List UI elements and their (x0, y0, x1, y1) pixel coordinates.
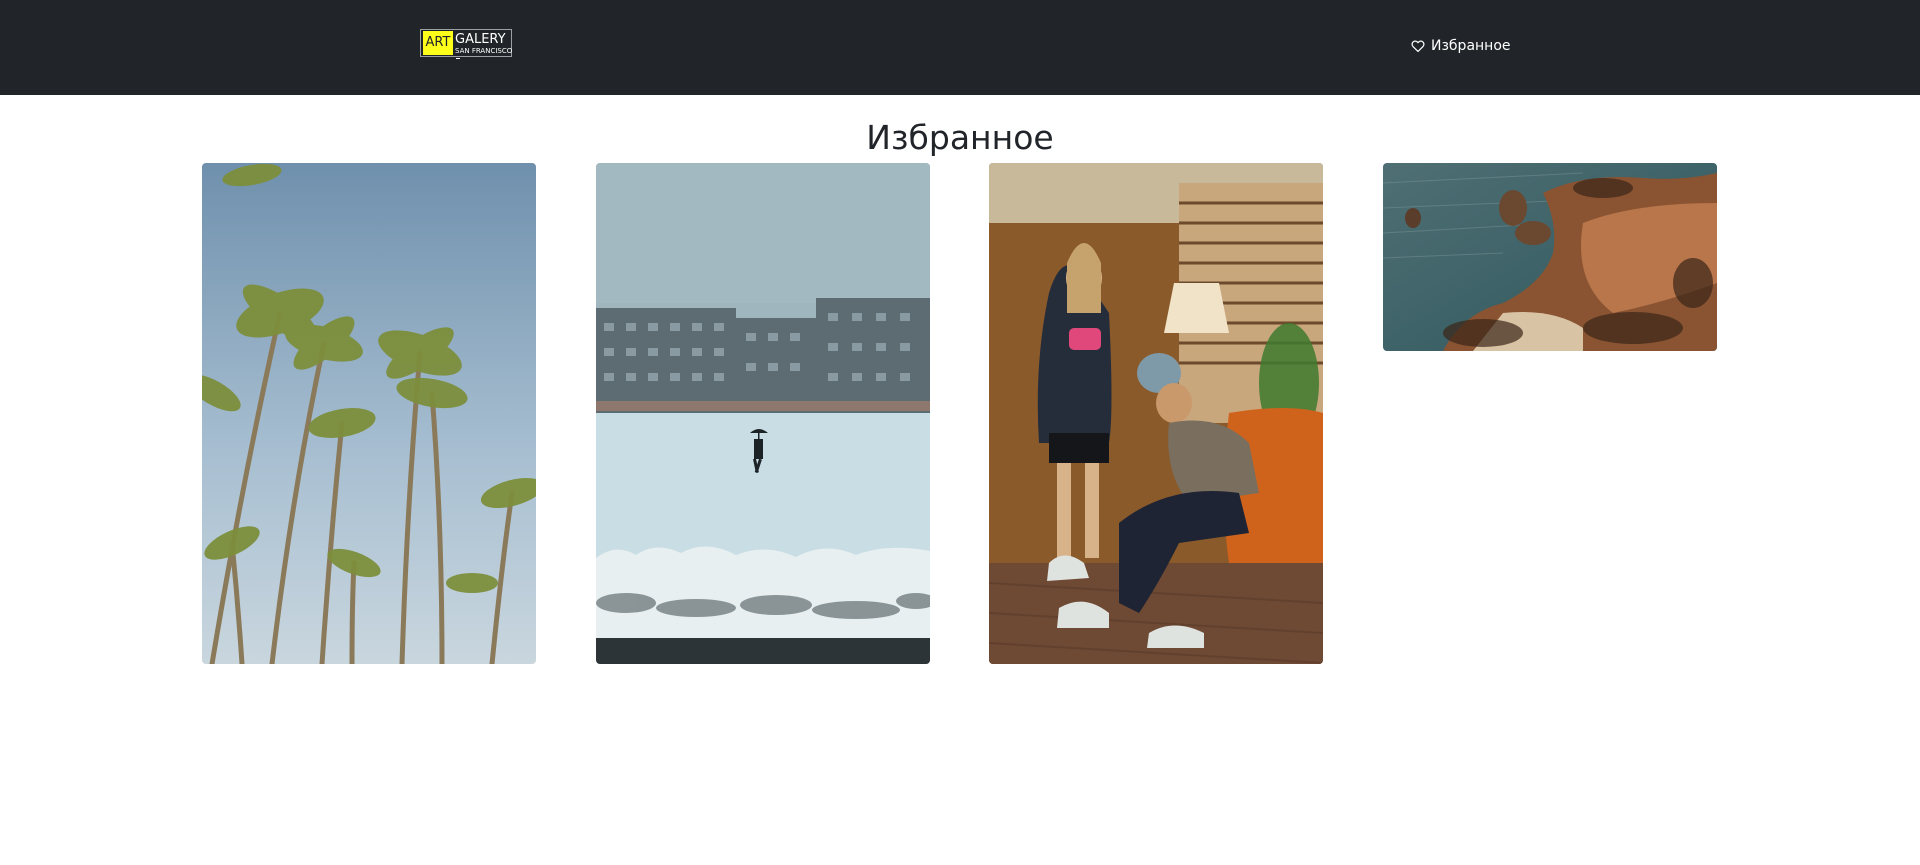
gallery-card-sneakers[interactable] (989, 163, 1323, 664)
gallery-card-palm-trees[interactable] (202, 163, 536, 664)
gallery-card-rocky-coast[interactable] (1383, 163, 1717, 351)
snow-field-photo (596, 163, 930, 664)
rocky-coast-photo (1383, 163, 1717, 351)
logo-galery-text: GALERY (455, 32, 506, 47)
page-title: Избранное (866, 118, 1054, 157)
logo-dash (456, 58, 460, 59)
palm-trees-photo (202, 163, 536, 664)
logo-subtitle: SAN FRANCISCO (455, 47, 513, 55)
heart-outline-icon (1411, 40, 1425, 53)
favorites-nav-link[interactable]: Избранное (1411, 36, 1511, 56)
logo-art-text: ART (423, 31, 453, 55)
navbar: ART GALERY SAN FRANCISCO Избранное (0, 0, 1920, 95)
logo-link[interactable]: ART GALERY SAN FRANCISCO (420, 29, 513, 59)
gallery-card-snow-field[interactable] (596, 163, 930, 664)
favorites-nav-label: Избранное (1431, 38, 1511, 54)
sneakers-photo (989, 163, 1323, 664)
